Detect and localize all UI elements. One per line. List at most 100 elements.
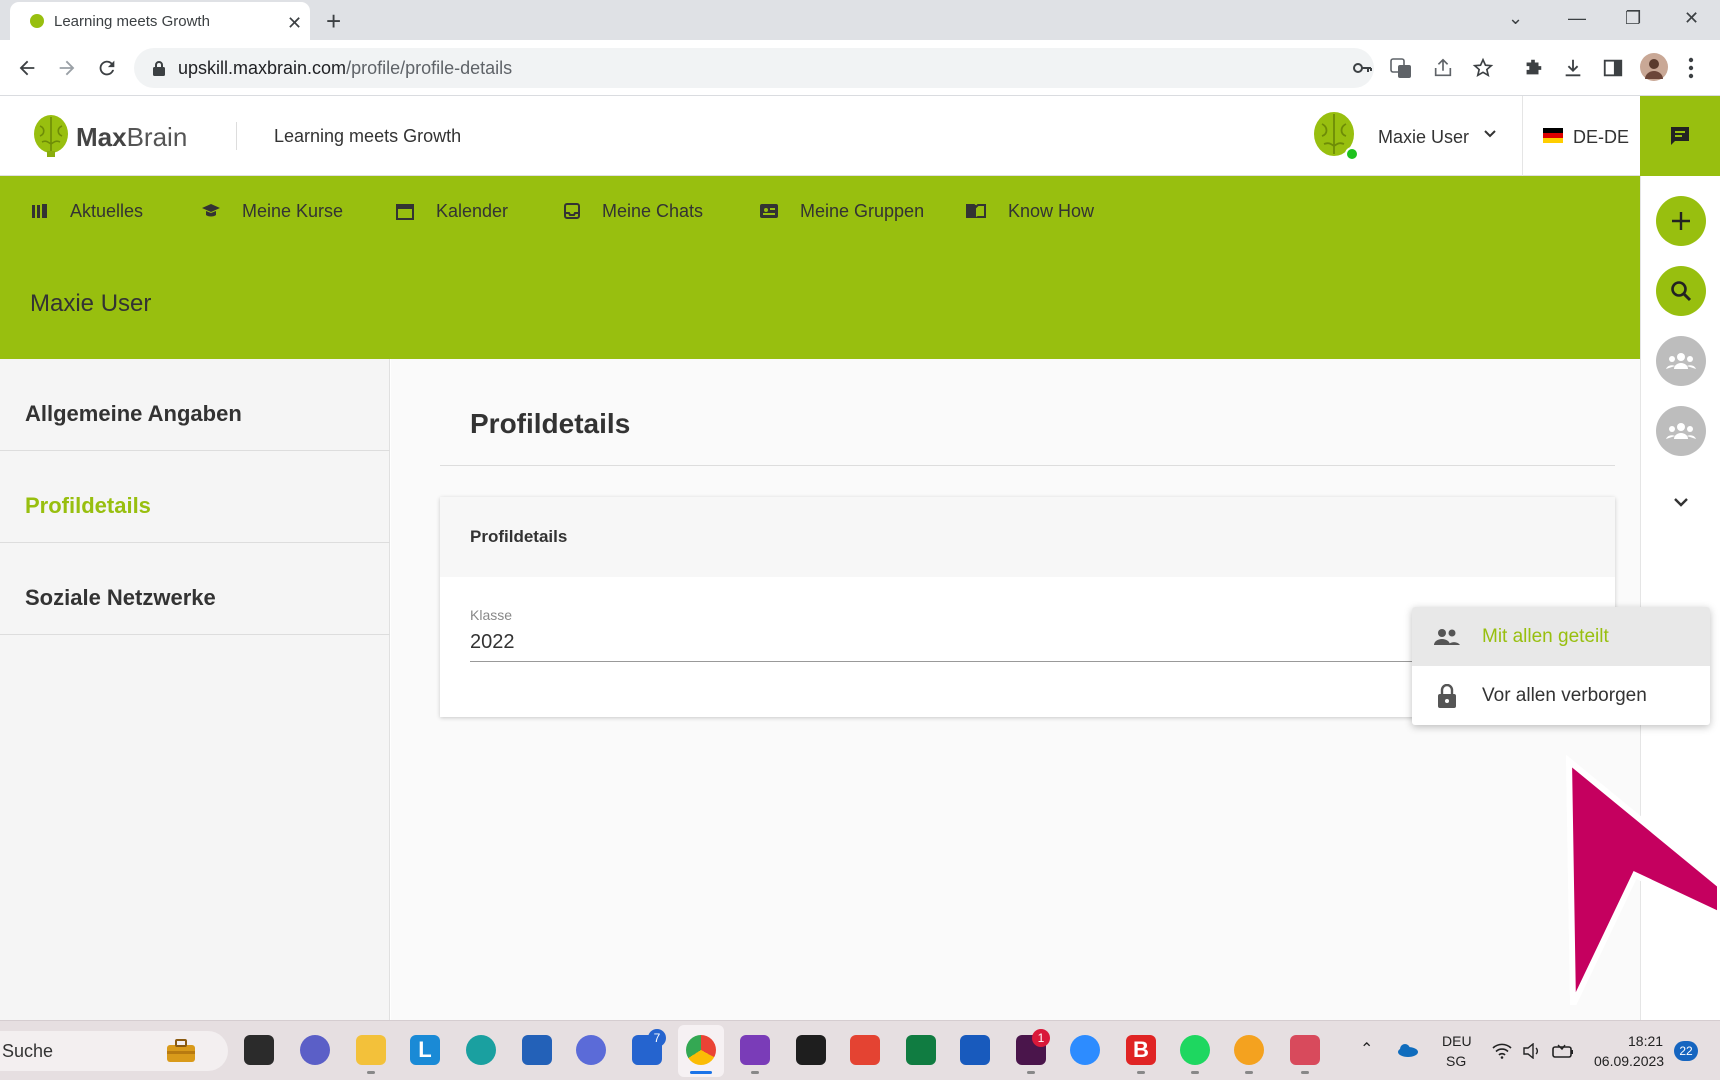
add-button[interactable] [1656,196,1706,246]
app-running-indicator [751,1071,759,1074]
restore-icon[interactable]: ❐ [1625,8,1641,29]
logo-bold-text: Max [76,122,127,152]
sidebar-item-allgemeine-angaben[interactable]: Allgemeine Angaben [0,359,390,451]
nav-item-know-how[interactable]: Know How [966,176,1094,246]
german-flag-icon [1543,128,1563,143]
battery-icon[interactable] [1552,1043,1574,1059]
new-tab-icon[interactable]: + [326,6,341,37]
app-running-indicator [1191,1071,1199,1074]
volume-icon[interactable] [1522,1043,1542,1059]
back-icon[interactable] [16,57,38,79]
download-icon[interactable] [1562,57,1584,79]
teams-chat-icon[interactable] [300,1035,330,1065]
address-bar[interactable]: upskill.maxbrain.com/profile/profile-det… [134,48,1374,88]
logo-light-text: Brain [126,122,188,152]
store-icon[interactable] [522,1035,552,1065]
url-text: upskill.maxbrain.com/profile/profile-det… [178,58,512,79]
reload-icon[interactable] [96,57,118,79]
nav-label: Kalender [436,200,509,221]
book-icon [966,204,986,218]
file-explorer-icon[interactable] [356,1035,386,1065]
app-running-indicator [1301,1071,1309,1074]
edge-icon[interactable] [466,1035,496,1065]
todoist-icon[interactable] [850,1035,880,1065]
nav-item-meine-chats[interactable]: Meine Chats [564,176,703,246]
nav-item-meine-gruppen[interactable]: Meine Gruppen [760,176,924,246]
browser-tab[interactable]: Learning meets Growth ✕ [10,2,310,40]
search-button[interactable] [1656,266,1706,316]
app-delta-icon[interactable] [576,1035,606,1065]
side-panel-icon[interactable] [1602,57,1624,79]
active-app-indicator [690,1071,712,1074]
star-icon[interactable] [1472,57,1494,79]
onenote-icon[interactable] [740,1035,770,1065]
snipping-tool-icon[interactable] [1290,1035,1320,1065]
zoom-icon[interactable] [1070,1035,1100,1065]
brain-favicon-icon [29,13,45,29]
brand-logo[interactable]: MaxBrain [76,122,187,153]
extensions-icon[interactable] [1522,57,1544,79]
main-nav: Aktuelles Meine Kurse Kalender Meine Cha… [0,176,1640,246]
key-icon[interactable] [1352,59,1372,77]
app-b-icon[interactable]: B [1126,1035,1156,1065]
group-button-2[interactable] [1656,406,1706,456]
nav-item-kalender[interactable]: Kalender [396,176,508,246]
translate-icon[interactable] [1390,57,1412,79]
menu-item-hidden-from-all[interactable]: Vor allen verborgen [1412,666,1710,725]
user-name[interactable]: Maxie User [1378,127,1469,148]
sidebar-item-soziale-netzwerke[interactable]: Soziale Netzwerke [0,543,390,635]
task-view-icon[interactable] [244,1035,274,1065]
menu-dots-icon[interactable] [1688,57,1694,79]
inbox-icon [564,203,580,219]
nav-item-meine-kurse[interactable]: Meine Kurse [202,176,343,246]
tab-search-icon[interactable]: ⌄ [1508,8,1523,29]
rail-chevron-down-icon[interactable] [1673,496,1689,508]
todo-badge: 7 [648,1029,666,1047]
menu-item-shared-with-all[interactable]: Mit allen geteilt [1412,607,1710,666]
nav-label: Meine Gruppen [800,200,925,221]
group-button-1[interactable] [1656,336,1706,386]
nav-item-aktuelles[interactable]: Aktuelles [32,176,143,246]
profile-avatar[interactable] [1640,53,1668,81]
app-ring-icon[interactable] [1234,1035,1264,1065]
search-label: Suche [2,1041,54,1061]
browser-toolbar: upskill.maxbrain.com/profile/profile-det… [0,40,1720,96]
user-avatar[interactable] [1310,110,1360,162]
taskbar-search[interactable]: Suche [0,1031,228,1071]
language-selector[interactable]: DE-DE [1522,96,1640,176]
klasse-label: Klasse [470,607,513,623]
brand-divider [236,122,237,150]
klasse-field[interactable]: 2022 [470,631,515,654]
wifi-icon[interactable] [1492,1043,1512,1059]
app-l-icon[interactable]: L [410,1035,440,1065]
groups-icon [1666,421,1696,441]
close-window-icon[interactable]: ✕ [1684,8,1699,29]
minimize-icon[interactable]: — [1568,8,1586,29]
title-divider [440,465,1615,466]
graduation-cap-icon [202,204,220,218]
word-icon[interactable] [960,1035,990,1065]
chrome-icon[interactable] [686,1035,716,1065]
brain-logo-icon[interactable] [32,114,70,158]
lock-icon [152,60,166,76]
search-icon [1670,280,1692,302]
tray-chevron-up-icon[interactable]: ⌃ [1360,1039,1373,1059]
calendar-icon [396,202,414,220]
share-icon[interactable] [1432,57,1454,79]
clock-date: 06.09.2023 [1594,1053,1665,1069]
spotify-icon[interactable] [1180,1035,1210,1065]
clock-time[interactable]: 18:21 [1628,1033,1663,1049]
close-tab-icon[interactable]: ✕ [287,13,302,34]
chevron-down-icon[interactable] [1484,129,1496,139]
notification-badge[interactable]: 22 [1674,1041,1698,1061]
input-language-top[interactable]: DEU [1442,1033,1472,1049]
sidebar-item-profildetails[interactable]: Profildetails [0,451,390,543]
groups-icon [1666,351,1696,371]
forward-icon[interactable] [56,57,78,79]
onedrive-icon[interactable] [1396,1043,1418,1057]
excel-icon[interactable] [906,1035,936,1065]
people-icon [1412,628,1482,646]
app-header: MaxBrain Learning meets Growth Maxie Use… [0,96,1640,176]
figma-icon[interactable] [796,1035,826,1065]
chat-toggle-button[interactable] [1640,96,1720,176]
